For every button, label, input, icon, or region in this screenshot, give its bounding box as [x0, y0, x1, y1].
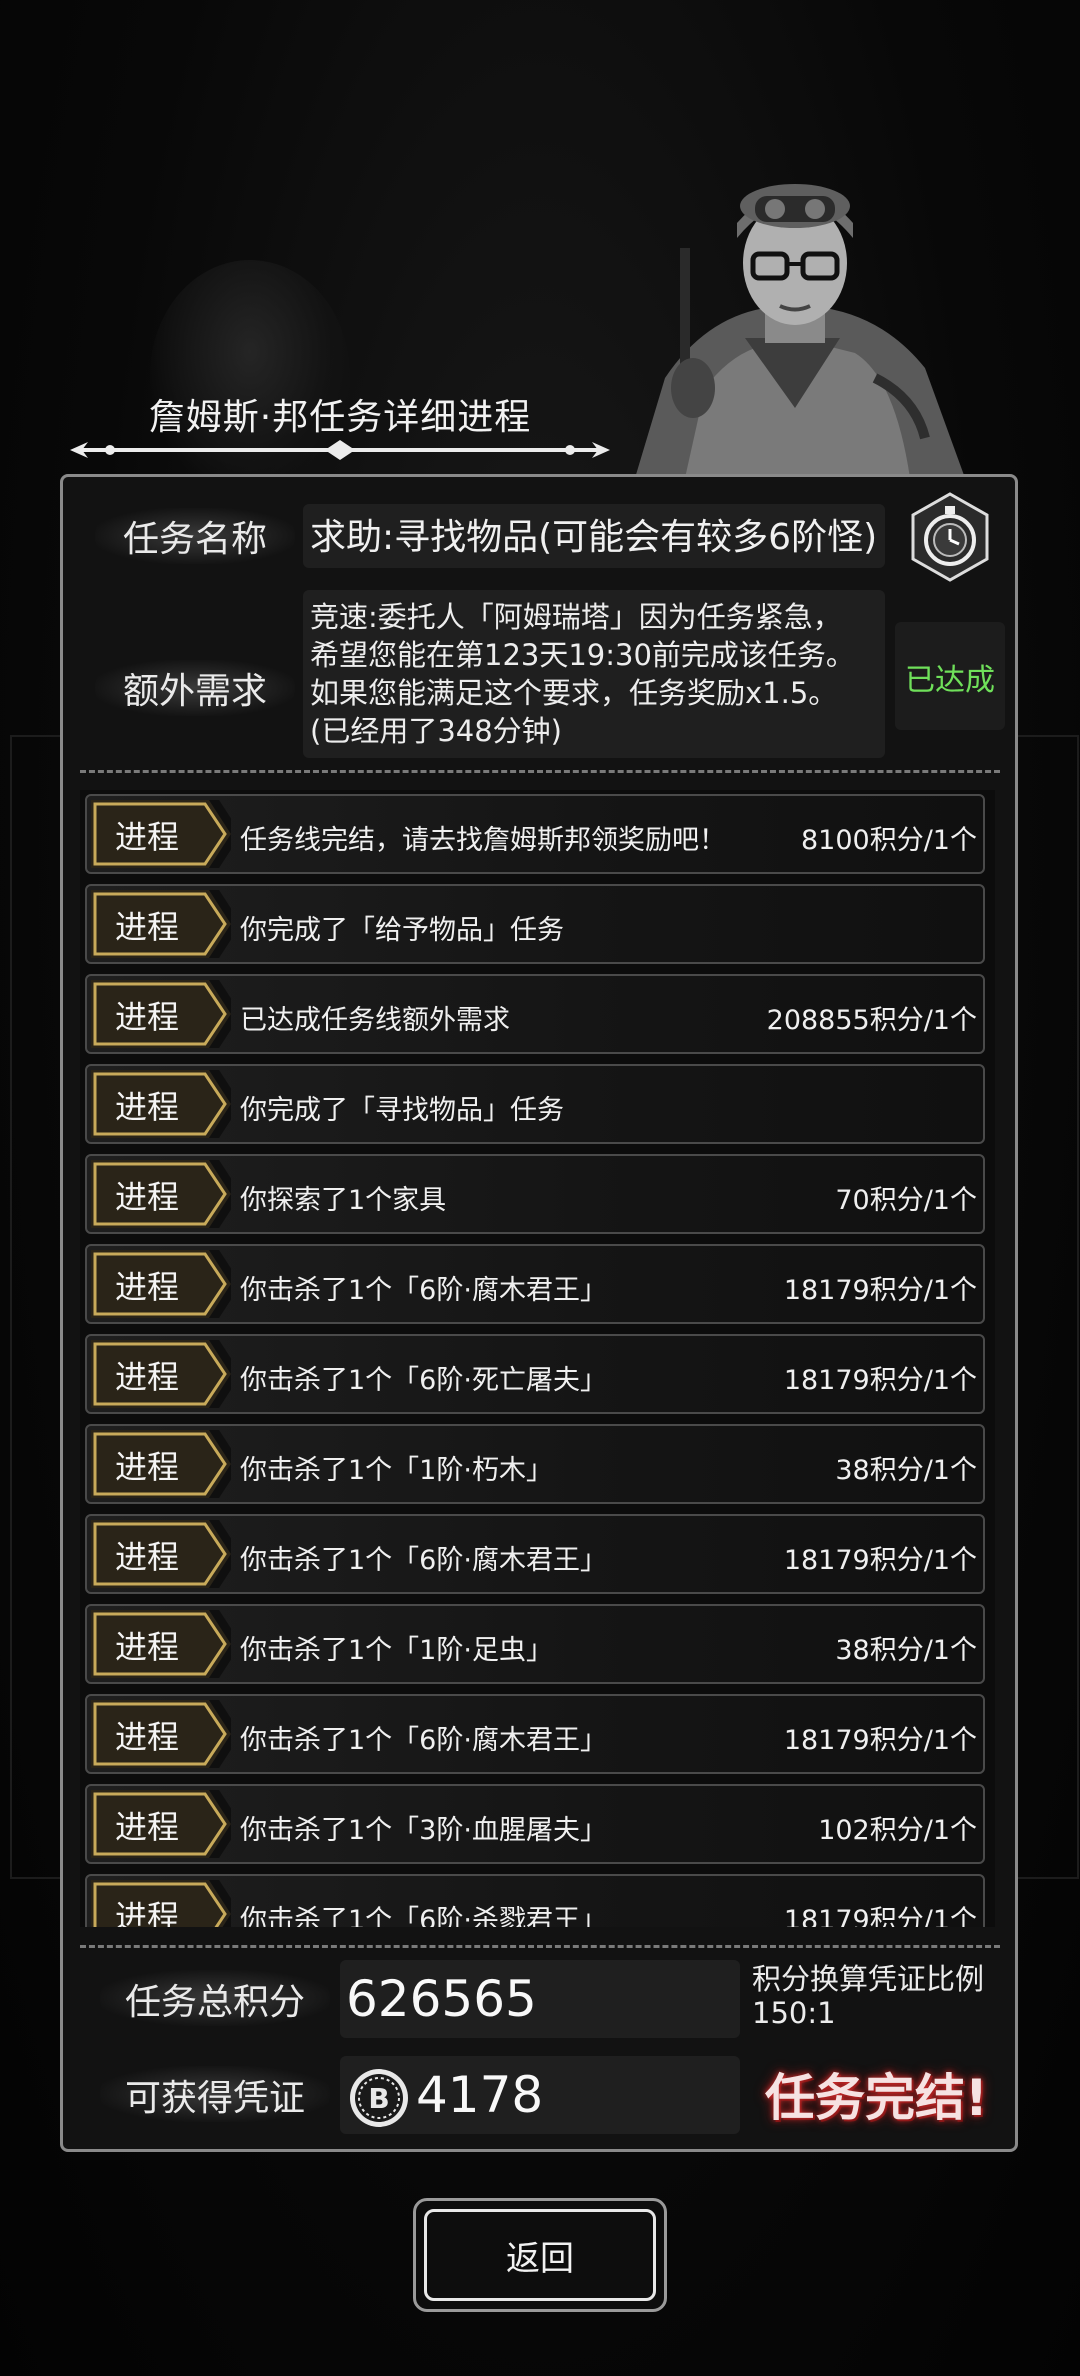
progress-tag: 进程 — [114, 1898, 179, 1927]
back-button-label: 返回 — [506, 2239, 574, 2279]
title-ornament — [70, 440, 610, 460]
progress-row: 进程 你击杀了1个「6阶·腐木君王」 18179积分/1个 — [85, 1244, 985, 1324]
progress-text: 你击杀了1个「6阶·腐木君王」 — [240, 1275, 607, 1306]
svg-text:B: B — [368, 2082, 389, 2115]
progress-row: 进程 你击杀了1个「1阶·足虫」 38积分/1个 — [85, 1604, 985, 1684]
progress-tag: 进程 — [114, 1628, 179, 1666]
progress-row: 进程 已达成任务线额外需求 208855积分/1个 — [85, 974, 985, 1054]
progress-text: 你击杀了1个「1阶·朽木」 — [240, 1455, 553, 1486]
progress-text: 任务线完结，请去找詹姆斯邦领奖励吧！ — [240, 825, 726, 856]
progress-tag: 进程 — [114, 1268, 179, 1306]
progress-tag: 进程 — [114, 908, 179, 946]
progress-points: 18179积分/1个 — [783, 1365, 977, 1396]
divider — [80, 770, 1000, 773]
extra-status: 已达成 — [905, 663, 995, 698]
task-name-label: 任务名称 — [122, 519, 267, 560]
title-banner: 詹姆斯·邦任务详细进程 — [60, 380, 620, 460]
voucher-value: 4178 — [416, 2066, 544, 2124]
rate-info: 积分换算凭证比例 150:1 — [752, 1962, 1002, 2030]
progress-tag: 进程 — [114, 1088, 179, 1126]
soldier-portrait — [635, 184, 965, 478]
progress-text: 你击杀了1个「6阶·杀戮君王」 — [240, 1905, 607, 1927]
progress-tag: 进程 — [114, 1448, 179, 1486]
progress-row: 进程 你击杀了1个「6阶·杀戮君王」 18179积分/1个 — [85, 1874, 985, 1927]
coin-icon: B — [350, 2069, 408, 2127]
progress-text: 你击杀了1个「6阶·死亡屠夫」 — [240, 1365, 607, 1396]
progress-tag: 进程 — [114, 1808, 179, 1846]
progress-text: 你完成了「寻找物品」任务 — [240, 1095, 564, 1126]
progress-row: 进程 你击杀了1个「3阶·血腥屠夫」 102积分/1个 — [85, 1784, 985, 1864]
progress-row: 进程 任务线完结，请去找詹姆斯邦领奖励吧！ 8100积分/1个 — [85, 794, 985, 874]
progress-text: 你击杀了1个「3阶·血腥屠夫」 — [240, 1815, 607, 1846]
total-value: 626565 — [346, 1970, 537, 2028]
task-complete-stamp: 任务完结! — [765, 2069, 988, 2127]
extra-line: 希望您能在第123天19:30前完成该任务。 — [310, 638, 855, 672]
progress-points: 8100积分/1个 — [801, 825, 977, 856]
extra-label: 额外需求 — [122, 671, 267, 712]
back-button[interactable]: 返回 — [413, 2198, 667, 2312]
progress-text: 你完成了「给予物品」任务 — [240, 915, 564, 946]
progress-points: 38积分/1个 — [835, 1635, 977, 1666]
progress-text: 你击杀了1个「6阶·腐木君王」 — [240, 1545, 607, 1576]
rate-label: 积分换算凭证比例 — [752, 1962, 985, 1996]
progress-row: 进程 你完成了「给予物品」任务 — [85, 884, 985, 964]
extra-requirement-text: 竞速:委托人「阿姆瑞塔」因为任务紧急， 希望您能在第123天19:30前完成该任… — [310, 598, 870, 750]
timer-icon — [911, 492, 989, 582]
rate-value: 150:1 — [752, 1996, 836, 2030]
extra-line: 如果您能满足这个要求，任务奖励x1.5。 — [310, 676, 838, 710]
progress-text: 已达成任务线额外需求 — [240, 1005, 510, 1036]
total-label: 任务总积分 — [124, 1982, 305, 2023]
progress-list[interactable]: 进程 任务线完结，请去找詹姆斯邦领奖励吧！ 8100积分/1个 进程 你完成了「给予物品… — [80, 790, 995, 1927]
progress-points: 38积分/1个 — [835, 1455, 977, 1486]
progress-points: 70积分/1个 — [835, 1185, 977, 1216]
divider — [80, 1945, 1000, 1948]
progress-points: 102积分/1个 — [818, 1815, 977, 1846]
progress-row: 进程 你击杀了1个「6阶·腐木君王」 18179积分/1个 — [85, 1514, 985, 1594]
progress-tag: 进程 — [114, 1718, 179, 1756]
progress-row: 进程 你击杀了1个「6阶·腐木君王」 18179积分/1个 — [85, 1694, 985, 1774]
progress-text: 你击杀了1个「1阶·足虫」 — [240, 1635, 553, 1666]
progress-row: 进程 你击杀了1个「6阶·死亡屠夫」 18179积分/1个 — [85, 1334, 985, 1414]
progress-tag: 进程 — [114, 1178, 179, 1216]
progress-tag: 进程 — [114, 998, 179, 1036]
progress-text: 你探索了1个家具 — [240, 1185, 447, 1216]
extra-line: (已经用了348分钟) — [310, 714, 562, 748]
page-title: 詹姆斯·邦任务详细进程 — [148, 397, 532, 438]
voucher-label: 可获得凭证 — [124, 2078, 305, 2119]
progress-row: 进程 你探索了1个家具 70积分/1个 — [85, 1154, 985, 1234]
task-name-value: 求助:寻找物品(可能会有较多6阶怪) — [310, 517, 878, 558]
progress-text: 你击杀了1个「6阶·腐木君王」 — [240, 1725, 607, 1756]
extra-line: 竞速:委托人「阿姆瑞塔」因为任务紧急， — [310, 600, 842, 634]
progress-row: 进程 你击杀了1个「1阶·朽木」 38积分/1个 — [85, 1424, 985, 1504]
progress-points: 18179积分/1个 — [783, 1275, 977, 1306]
progress-tag: 进程 — [114, 818, 179, 856]
progress-row: 进程 你完成了「寻找物品」任务 — [85, 1064, 985, 1144]
progress-tag: 进程 — [114, 1538, 179, 1576]
progress-tag: 进程 — [114, 1358, 179, 1396]
progress-points: 18179积分/1个 — [783, 1725, 977, 1756]
progress-points: 18179积分/1个 — [783, 1545, 977, 1576]
progress-points: 18179积分/1个 — [783, 1905, 977, 1927]
progress-points: 208855积分/1个 — [766, 1005, 977, 1036]
